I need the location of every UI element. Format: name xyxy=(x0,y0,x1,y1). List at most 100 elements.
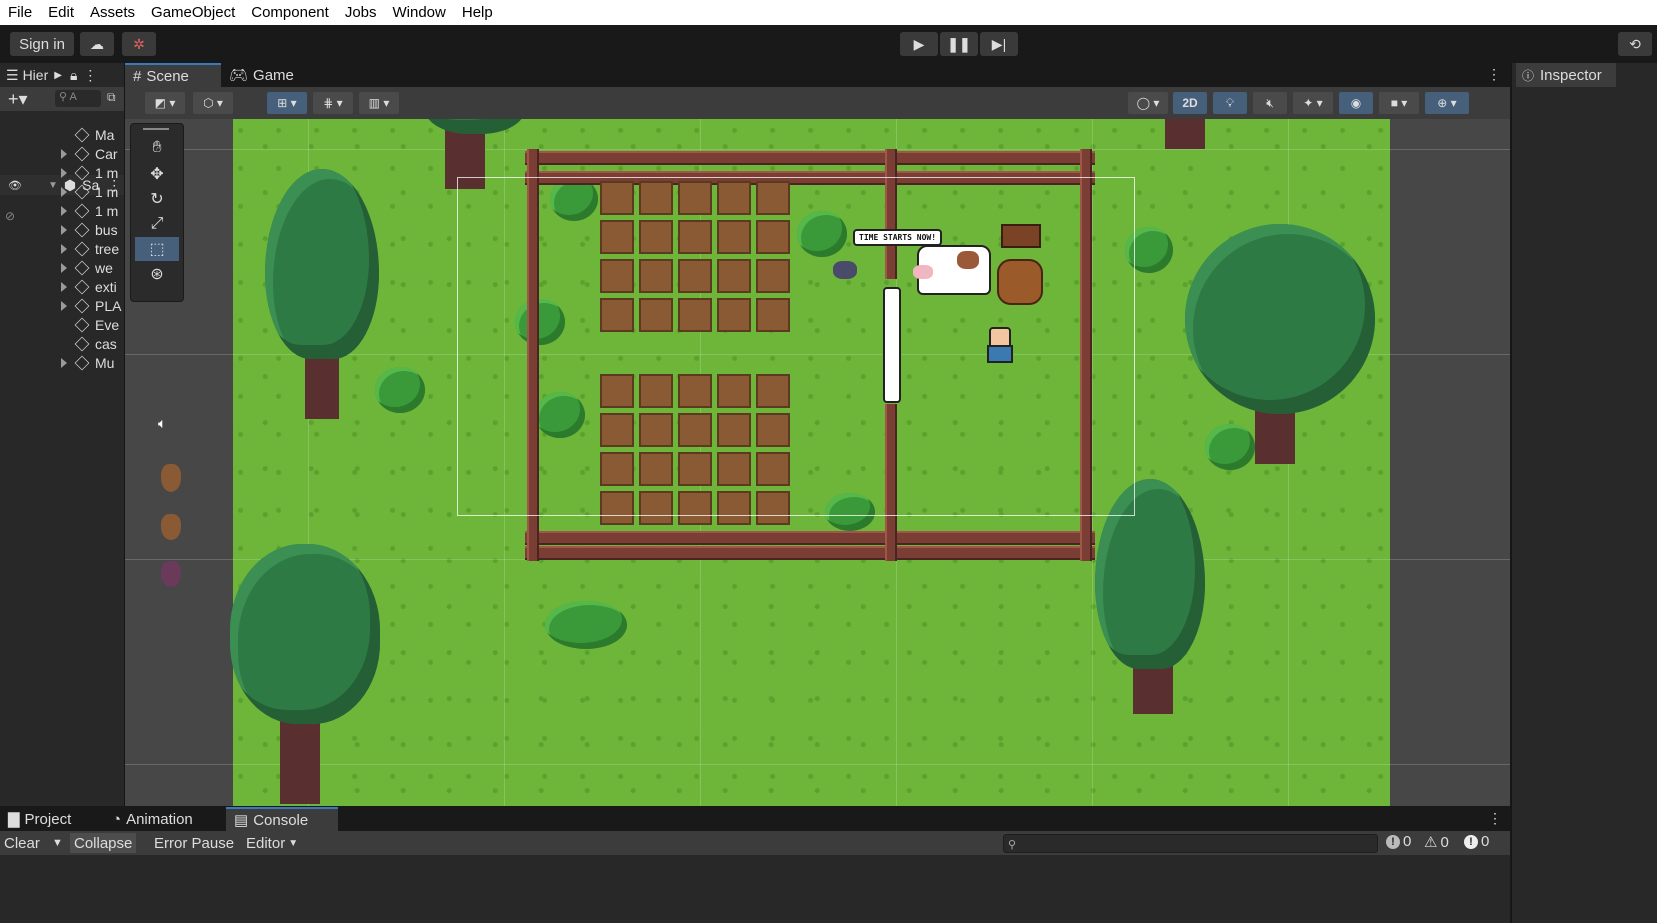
tab-console[interactable]: ▤ Console xyxy=(226,807,338,831)
expand-arrow-icon[interactable] xyxy=(61,206,67,216)
lock-icon[interactable]: 🔒︎ xyxy=(70,67,77,84)
camera-icon[interactable]: ■ ▾ xyxy=(1379,92,1419,114)
expand-arrow-icon[interactable] xyxy=(61,358,67,368)
visibility-eye-icon[interactable]: ◉ xyxy=(1339,92,1373,114)
log-count[interactable]: ! 0 xyxy=(1386,833,1411,850)
expand-arrow-icon[interactable] xyxy=(61,301,67,311)
scene-more-menu-icon[interactable]: ⋮ xyxy=(1487,66,1501,83)
tab-scene[interactable]: # Scene xyxy=(125,63,221,87)
crop-seedling[interactable] xyxy=(161,464,181,492)
hierarchy-search-input[interactable]: ⚲ A xyxy=(55,90,101,107)
expand-arrow-icon[interactable] xyxy=(61,263,67,273)
lighting-bulb-icon[interactable]: 💡︎ xyxy=(1213,92,1247,114)
editor-dropdown[interactable]: Editor ▼ xyxy=(246,833,298,853)
step-button[interactable]: ▶| xyxy=(980,32,1018,56)
menu-window[interactable]: Window xyxy=(385,4,454,21)
hand-tool-icon[interactable]: ✋︎ xyxy=(135,136,179,160)
crop-sprout[interactable] xyxy=(161,514,181,540)
history-icon[interactable]: ⟲ xyxy=(1618,32,1652,56)
more-menu-icon[interactable]: ⋮ xyxy=(83,67,97,84)
gameobject-icon xyxy=(74,298,90,314)
hierarchy-item[interactable]: 1 m xyxy=(0,201,124,221)
pause-button[interactable]: ❚❚ xyxy=(940,32,978,56)
menu-edit[interactable]: Edit xyxy=(40,4,82,21)
scene-viewport[interactable]: TIME STARTS NOW! 🔈︎ xyxy=(125,119,1510,806)
play-button[interactable]: ▶ xyxy=(900,32,938,56)
bush[interactable] xyxy=(375,367,425,413)
tab-project-label: Project xyxy=(24,810,72,828)
menu-component[interactable]: Component xyxy=(243,4,337,21)
bush[interactable] xyxy=(1205,424,1255,470)
tab-animation-label: Animation xyxy=(126,810,193,828)
cloud-icon[interactable]: ☁ xyxy=(80,32,114,56)
hierarchy-item[interactable]: we xyxy=(0,258,124,278)
chevron-right-icon[interactable]: ▶ xyxy=(54,70,62,81)
drag-handle[interactable] xyxy=(143,128,169,130)
expand-arrow-icon[interactable] xyxy=(61,282,67,292)
rect-tool-icon[interactable]: ⬚ xyxy=(135,237,179,261)
item-label: Car xyxy=(95,146,118,162)
sign-in-button[interactable]: Sign in xyxy=(10,32,74,56)
ruler-icon[interactable]: ▥ ▾ xyxy=(359,92,399,114)
log-count-label: 0 xyxy=(1403,833,1412,850)
console-search-input[interactable]: ⚲ xyxy=(1003,834,1378,853)
hierarchy-item[interactable]: Eve xyxy=(0,315,124,335)
scale-tool-icon[interactable]: ⤢ xyxy=(135,212,179,236)
render-sphere-icon[interactable]: ◯ ▾ xyxy=(1128,92,1168,114)
gizmos-icon[interactable]: ⊕ ▾ xyxy=(1425,92,1469,114)
hierarchy-item[interactable]: tree xyxy=(0,239,124,259)
list-icon: ☰ xyxy=(6,66,19,83)
move-tool-icon[interactable]: ✥ xyxy=(135,162,179,186)
hierarchy-item[interactable]: 1 m xyxy=(0,163,124,183)
console-log-area[interactable] xyxy=(0,855,1510,923)
collapse-button[interactable]: Collapse xyxy=(70,833,137,853)
shading-cube-icon[interactable]: ⬡ ▾ xyxy=(193,92,233,114)
draw-mode-icon[interactable]: ◩ ▾ xyxy=(145,92,185,114)
warning-count-label: 0 xyxy=(1440,833,1449,851)
hierarchy-item[interactable]: bus xyxy=(0,220,124,240)
hierarchy-tab[interactable]: ☰ Hier ▶ 🔒︎ ⋮ xyxy=(0,63,124,87)
error-count[interactable]: ! 0 xyxy=(1464,833,1489,850)
menu-jobs[interactable]: Jobs xyxy=(337,4,385,21)
tab-animation[interactable]: ◔ Animation xyxy=(104,807,201,831)
add-icon[interactable]: +▾ xyxy=(8,89,28,110)
menu-assets[interactable]: Assets xyxy=(82,4,143,21)
tab-game[interactable]: 🎮︎ Game xyxy=(221,63,302,87)
grid-snap-icon[interactable]: ⊞ ▾ xyxy=(267,92,307,114)
clear-dropdown-icon[interactable]: ▼ xyxy=(52,833,63,853)
crop-turnip[interactable] xyxy=(161,561,181,587)
gameobject-icon xyxy=(74,165,90,181)
menu-help[interactable]: Help xyxy=(454,4,501,21)
warning-count[interactable]: ⚠ 0 xyxy=(1424,833,1449,852)
hierarchy-item[interactable]: 1 m xyxy=(0,182,124,202)
hierarchy-item[interactable]: PLA xyxy=(0,296,124,316)
expand-arrow-icon[interactable] xyxy=(61,168,67,178)
audio-mute-icon[interactable]: 🔇︎ xyxy=(1253,92,1287,114)
toggle-2d-button[interactable]: 2D xyxy=(1173,92,1207,114)
hierarchy-item[interactable]: exti xyxy=(0,277,124,297)
clear-button[interactable]: Clear xyxy=(4,833,40,853)
expand-arrow-icon[interactable] xyxy=(61,244,67,254)
tab-project[interactable]: ▇ Project xyxy=(0,807,79,831)
effects-icon[interactable]: ✦ ▾ xyxy=(1293,92,1333,114)
expand-arrow-icon[interactable] xyxy=(61,149,67,159)
clock-icon: ◔ xyxy=(112,810,122,828)
increment-snap-icon[interactable]: ⋕ ▾ xyxy=(313,92,353,114)
error-pause-button[interactable]: Error Pause xyxy=(154,833,234,853)
hierarchy-item[interactable]: cas xyxy=(0,334,124,354)
tab-inspector[interactable]: ⓘ Inspector xyxy=(1516,63,1616,87)
transform-tool-icon[interactable]: ⊛ xyxy=(135,262,179,286)
hierarchy-item[interactable]: Car xyxy=(0,144,124,164)
rotate-tool-icon[interactable]: ↻ xyxy=(135,187,179,211)
expand-arrow-icon[interactable] xyxy=(61,225,67,235)
collab-icon[interactable]: ✲ xyxy=(122,32,156,56)
gameobject-icon xyxy=(74,241,90,257)
menu-file[interactable]: File xyxy=(0,4,40,21)
bush[interactable] xyxy=(545,601,627,649)
hierarchy-item[interactable]: Mu xyxy=(0,353,124,373)
menu-gameobject[interactable]: GameObject xyxy=(143,4,243,21)
filter-icon[interactable]: ⧉ xyxy=(107,90,116,105)
hierarchy-item[interactable]: Ma xyxy=(0,125,124,145)
expand-arrow-icon[interactable] xyxy=(61,187,67,197)
console-more-menu-icon[interactable]: ⋮ xyxy=(1488,810,1502,827)
